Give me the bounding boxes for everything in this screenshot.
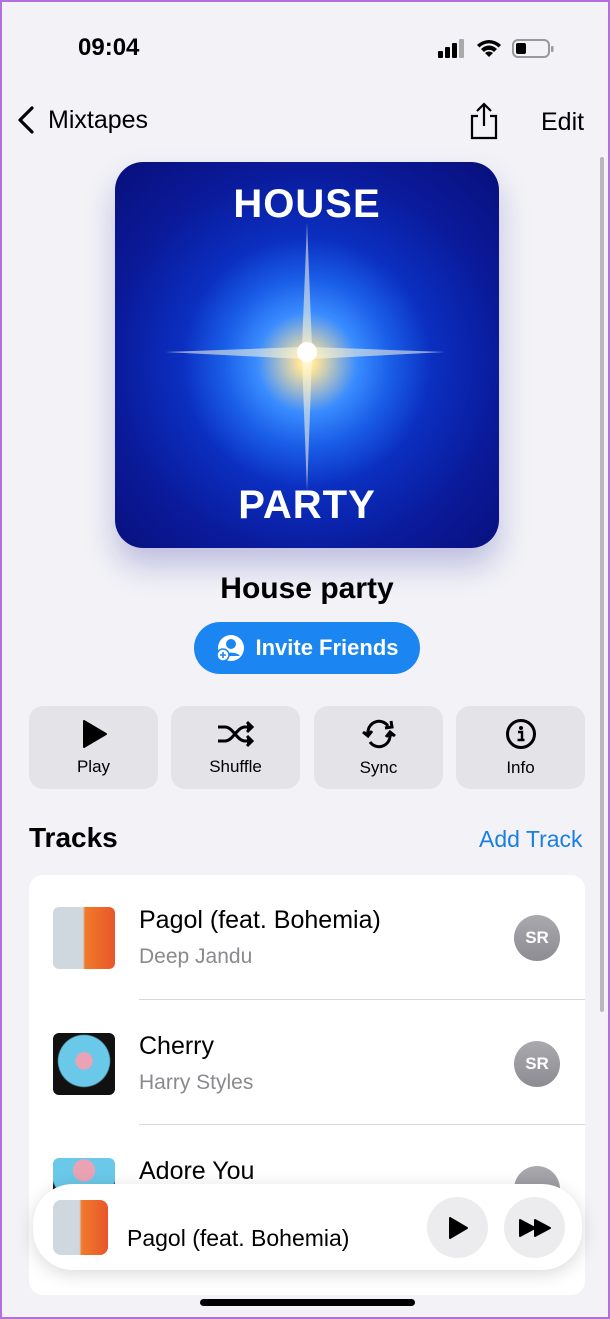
signal-icon <box>438 39 464 58</box>
info-button[interactable]: Info <box>456 706 585 789</box>
back-label: Mixtapes <box>48 105 149 134</box>
mini-player-title: Pagol (feat. Bohemia) <box>127 1225 350 1251</box>
back-button[interactable]: Mixtapes <box>16 105 148 135</box>
status-icons <box>438 38 554 58</box>
track-row[interactable]: Cherry Harry Styles SR <box>29 1000 585 1125</box>
fast-forward-icon <box>518 1218 551 1237</box>
scrollbar[interactable] <box>600 157 604 1012</box>
album-thumbnail <box>53 1033 115 1095</box>
track-artist: Harry Styles <box>139 1071 254 1094</box>
sync-button[interactable]: Sync <box>314 706 443 789</box>
shuffle-icon <box>217 720 254 747</box>
sync-label: Sync <box>359 757 398 777</box>
play-icon <box>448 1216 468 1239</box>
add-track-button[interactable]: Add Track <box>479 826 583 853</box>
play-icon <box>82 719 107 748</box>
track-row[interactable]: Pagol (feat. Bohemia) Deep Jandu SR <box>29 875 585 1000</box>
add-person-icon <box>216 635 245 662</box>
edit-button[interactable]: Edit <box>541 108 584 137</box>
battery-icon <box>512 39 554 58</box>
share-icon[interactable] <box>468 102 500 140</box>
shuffle-label: Shuffle <box>209 756 262 776</box>
home-indicator[interactable] <box>200 1299 415 1306</box>
info-icon <box>505 718 536 749</box>
mini-play-button[interactable] <box>427 1197 488 1258</box>
invite-friends-button[interactable]: Invite Friends <box>194 622 420 674</box>
shuffle-button[interactable]: Shuffle <box>171 706 300 789</box>
status-time: 09:04 <box>78 34 140 61</box>
sync-icon <box>361 719 396 748</box>
info-label: Info <box>506 757 535 777</box>
play-label: Play <box>76 756 111 776</box>
artwork-bottom-text: PARTY <box>238 483 376 527</box>
invite-label: Invite Friends <box>255 635 399 660</box>
track-artist: Deep Jandu <box>139 945 253 968</box>
playlist-title: House party <box>220 572 394 605</box>
tracks-header: Tracks <box>29 822 118 853</box>
next-track-button[interactable] <box>504 1197 565 1258</box>
added-by-avatar: SR <box>514 1041 560 1087</box>
playlist-artwork: HOUSE PARTY <box>115 162 499 548</box>
play-button[interactable]: Play <box>29 706 158 789</box>
chevron-left-icon <box>18 106 34 134</box>
mini-player[interactable]: Pagol (feat. Bohemia) <box>33 1184 582 1270</box>
track-title: Adore You <box>139 1157 255 1185</box>
mini-player-artwork <box>53 1200 108 1255</box>
album-thumbnail <box>53 907 115 969</box>
track-title: Cherry <box>139 1032 215 1060</box>
wifi-icon <box>477 40 501 57</box>
track-title: Pagol (feat. Bohemia) <box>139 906 381 934</box>
added-by-avatar: SR <box>514 915 560 961</box>
